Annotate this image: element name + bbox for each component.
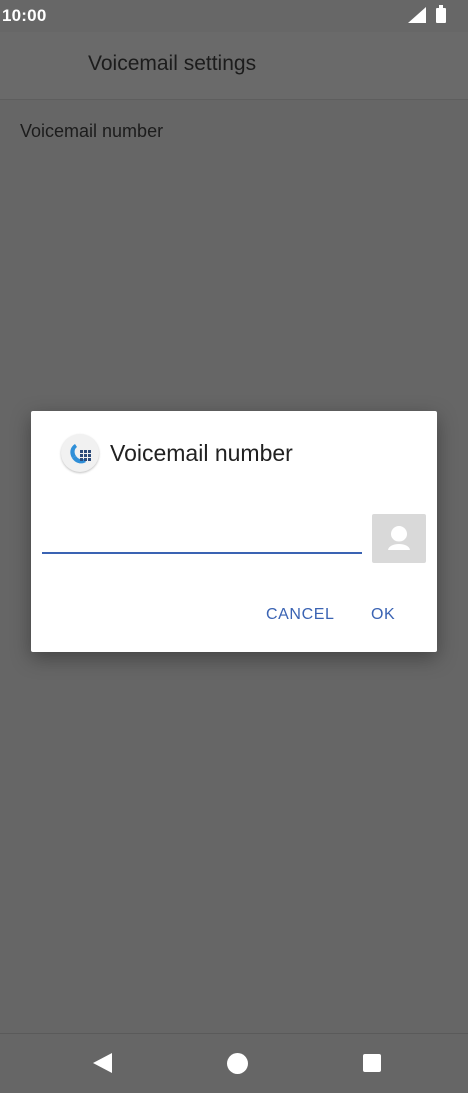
pref-item-voicemail-number[interactable]: Voicemail number (0, 100, 468, 160)
contact-picker-icon (388, 526, 410, 550)
contact-picker-button[interactable] (372, 514, 426, 563)
app-toolbar: Voicemail settings (0, 32, 468, 100)
status-icons (408, 4, 446, 24)
status-time: 10:00 (2, 6, 47, 25)
battery-icon (436, 4, 446, 23)
ok-button[interactable]: OK (363, 597, 403, 633)
status-bar: 10:00 (0, 0, 468, 32)
navigation-bar (0, 1033, 468, 1093)
signal-icon (408, 7, 426, 23)
recents-icon[interactable] (363, 1054, 381, 1072)
voicemail-number-input[interactable] (42, 514, 362, 554)
page-title: Voicemail settings (88, 52, 257, 75)
pref-item-title: Voicemail number (20, 121, 164, 141)
dialog-title: Voicemail number (110, 440, 293, 466)
home-icon[interactable] (227, 1053, 248, 1074)
voicemail-number-dialog: Voicemail number CANCEL OK (31, 411, 437, 652)
cancel-button[interactable]: CANCEL (258, 597, 343, 633)
back-icon[interactable] (93, 1053, 112, 1073)
phone-dialer-icon (61, 434, 99, 472)
